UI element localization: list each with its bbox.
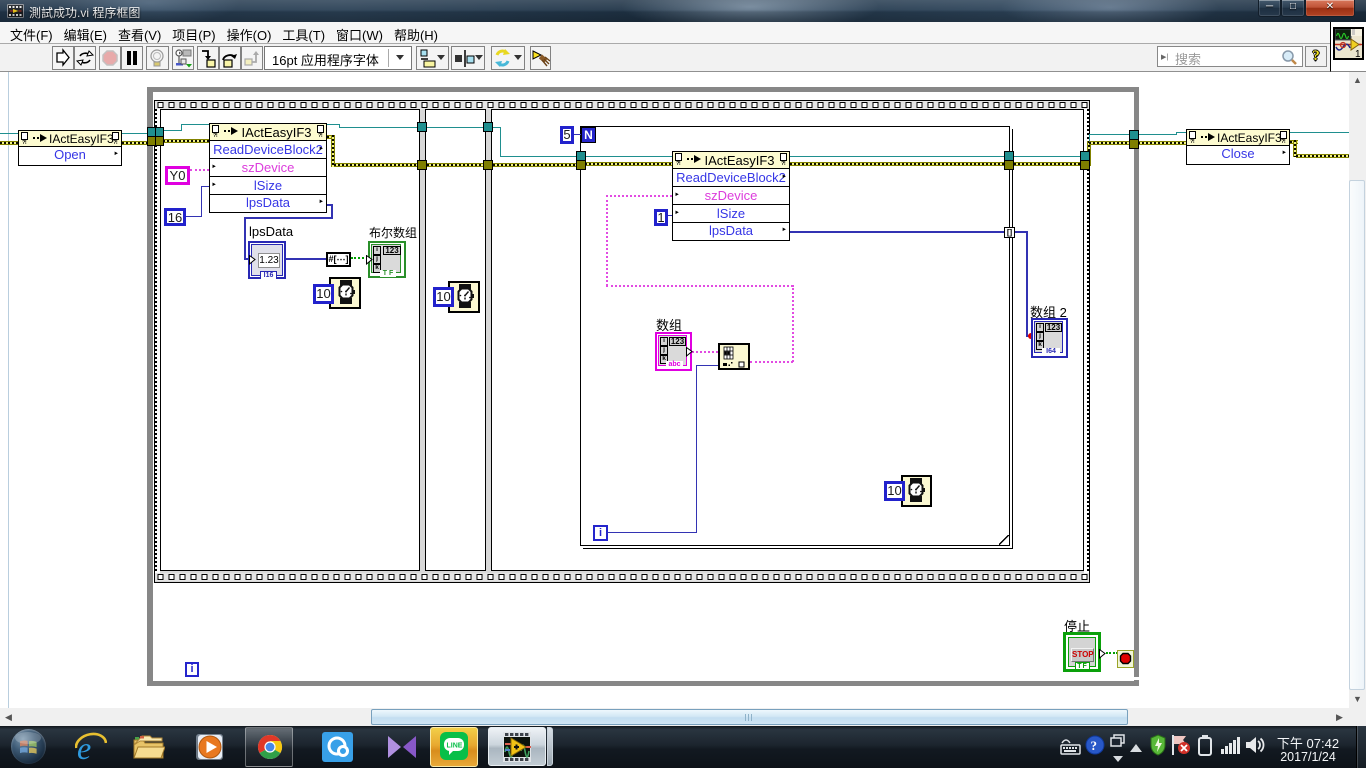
svg-text:LINE: LINE	[447, 743, 463, 750]
svg-text:?: ?	[1091, 738, 1098, 753]
svg-text:1: 1	[1355, 49, 1361, 58]
